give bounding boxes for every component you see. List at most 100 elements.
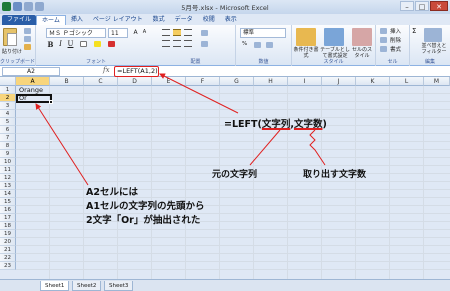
number-format-select[interactable]: 標準 [240, 28, 286, 38]
row-header[interactable]: 11 [0, 166, 16, 174]
sheet-tab[interactable]: Sheet1 [40, 281, 70, 291]
close-icon[interactable]: ✕ [430, 1, 448, 11]
conditional-format-icon[interactable] [296, 28, 316, 46]
paste-icon[interactable] [3, 28, 17, 46]
align-middle-icon[interactable] [173, 29, 181, 36]
copy-icon[interactable] [24, 36, 31, 42]
row-header[interactable]: 12 [0, 174, 16, 182]
insert-cells-button[interactable]: 挿入 [390, 27, 401, 35]
row-header[interactable]: 5 [0, 118, 16, 126]
formula-arg-string: 文字列 [261, 119, 291, 130]
align-bottom-icon[interactable] [184, 29, 192, 36]
font-color-icon[interactable] [108, 41, 115, 47]
fx-icon[interactable]: fx [103, 66, 110, 74]
wrap-text-icon[interactable] [201, 30, 208, 36]
fill-color-icon[interactable] [94, 41, 101, 47]
underline-button[interactable]: U [66, 40, 75, 49]
sort-filter-label[interactable]: 並べ替えとフィルター [420, 43, 448, 55]
row-header[interactable]: 20 [0, 238, 16, 246]
row-header[interactable]: 9 [0, 150, 16, 158]
row-header[interactable]: 8 [0, 142, 16, 150]
name-box[interactable]: A2 [2, 67, 60, 76]
column-header[interactable]: G [220, 77, 254, 86]
format-painter-icon[interactable] [24, 44, 31, 50]
paste-button-label[interactable]: 貼り付け [2, 48, 22, 55]
row-header[interactable]: 4 [0, 110, 16, 118]
column-header[interactable]: M [424, 77, 450, 86]
select-all-corner[interactable] [0, 77, 16, 86]
percent-button[interactable]: % [242, 41, 247, 47]
row-header[interactable]: 17 [0, 214, 16, 222]
increase-decimal-icon[interactable] [266, 42, 273, 48]
cell-styles-icon[interactable] [352, 28, 372, 46]
font-size-select[interactable]: 11 [108, 28, 128, 38]
column-header[interactable]: C [84, 77, 118, 86]
tab-insert[interactable]: 挿入 [66, 15, 88, 25]
row-header[interactable]: 16 [0, 206, 16, 214]
gridline [16, 229, 450, 230]
align-center-icon[interactable] [173, 40, 181, 47]
maximize-icon[interactable]: □ [415, 1, 429, 11]
cut-icon[interactable] [24, 28, 31, 34]
font-name-select[interactable]: ＭＳ Ｐゴシック [46, 28, 106, 38]
column-header[interactable]: F [186, 77, 220, 86]
sheet-tab[interactable]: Sheet3 [104, 281, 134, 291]
row-header[interactable]: 15 [0, 198, 16, 206]
row-header[interactable]: 3 [0, 102, 16, 110]
row-header[interactable]: 23 [0, 262, 16, 270]
tab-review[interactable]: 校閲 [198, 15, 220, 25]
column-header[interactable]: H [254, 77, 288, 86]
row-header[interactable]: 13 [0, 182, 16, 190]
insert-cells-icon[interactable] [380, 28, 387, 34]
table-format-icon[interactable] [324, 28, 344, 46]
row-header[interactable]: 2 [0, 94, 16, 102]
sheet-tab[interactable]: Sheet2 [72, 281, 102, 291]
gridline [219, 86, 220, 279]
delete-cells-button[interactable]: 削除 [390, 36, 401, 44]
number-group-label: 数値 [258, 59, 269, 65]
format-cells-icon[interactable] [380, 46, 387, 52]
row-header[interactable]: 21 [0, 246, 16, 254]
cell-a1[interactable]: Orange [19, 86, 43, 94]
row-header[interactable]: 1 [0, 86, 16, 94]
fill-handle[interactable] [49, 100, 53, 104]
column-header[interactable]: B [50, 77, 84, 86]
tab-view[interactable]: 表示 [220, 15, 242, 25]
tab-home[interactable]: ホーム [36, 15, 66, 25]
tab-page-layout[interactable]: ページ レイアウト [88, 15, 148, 25]
column-header[interactable]: I [288, 77, 322, 86]
grow-font-button[interactable]: A [131, 28, 140, 37]
tab-data[interactable]: データ [170, 15, 198, 25]
row-header[interactable]: 10 [0, 158, 16, 166]
sort-filter-icon[interactable] [424, 28, 442, 42]
column-header[interactable]: J [322, 77, 356, 86]
align-left-icon[interactable] [162, 40, 170, 47]
row-header[interactable]: 22 [0, 254, 16, 262]
row-header[interactable]: 7 [0, 134, 16, 142]
column-header[interactable]: A [16, 77, 50, 86]
row-header[interactable]: 19 [0, 230, 16, 238]
column-header[interactable]: L [390, 77, 424, 86]
align-right-icon[interactable] [184, 40, 192, 47]
row-header[interactable]: 18 [0, 222, 16, 230]
column-header[interactable]: K [356, 77, 390, 86]
minimize-icon[interactable]: – [400, 1, 414, 11]
italic-button[interactable]: I [56, 40, 65, 49]
align-top-icon[interactable] [162, 29, 170, 36]
shrink-font-button[interactable]: A [140, 28, 149, 37]
active-cell-border[interactable] [16, 94, 52, 103]
comma-style-icon[interactable] [254, 42, 261, 48]
merge-center-icon[interactable] [201, 41, 208, 47]
tab-formulas[interactable]: 数式 [148, 15, 170, 25]
format-cells-button[interactable]: 書式 [390, 45, 401, 53]
bold-button[interactable]: B [46, 40, 55, 49]
column-header[interactable]: E [152, 77, 186, 86]
column-header[interactable]: D [118, 77, 152, 86]
border-icon[interactable] [80, 41, 87, 47]
gridline [16, 237, 450, 238]
row-header[interactable]: 6 [0, 126, 16, 134]
autosum-button[interactable]: Σ [412, 27, 416, 35]
tab-file[interactable]: ファイル [2, 15, 37, 25]
row-header[interactable]: 14 [0, 190, 16, 198]
delete-cells-icon[interactable] [380, 37, 387, 43]
